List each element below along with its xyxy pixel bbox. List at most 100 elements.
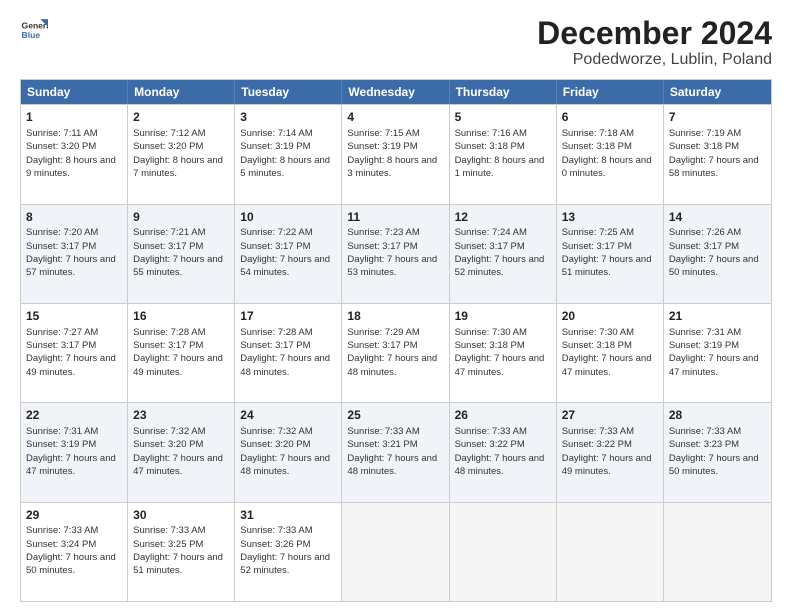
- day-cell-19: 19Sunrise: 7:30 AMSunset: 3:18 PMDayligh…: [450, 304, 557, 402]
- daylight-text: Daylight: 7 hours and 47 minutes.: [455, 353, 545, 377]
- day-cell-18: 18Sunrise: 7:29 AMSunset: 3:17 PMDayligh…: [342, 304, 449, 402]
- sunrise-text: Sunrise: 7:30 AM: [562, 327, 634, 338]
- daylight-text: Daylight: 7 hours and 51 minutes.: [133, 552, 223, 576]
- day-cell-24: 24Sunrise: 7:32 AMSunset: 3:20 PMDayligh…: [235, 403, 342, 501]
- day-cell-14: 14Sunrise: 7:26 AMSunset: 3:17 PMDayligh…: [664, 205, 771, 303]
- sunset-text: Sunset: 3:25 PM: [133, 539, 203, 550]
- day-number: 5: [455, 109, 551, 126]
- sunset-text: Sunset: 3:17 PM: [562, 241, 632, 252]
- day-cell-23: 23Sunrise: 7:32 AMSunset: 3:20 PMDayligh…: [128, 403, 235, 501]
- sunset-text: Sunset: 3:24 PM: [26, 539, 96, 550]
- day-cell-9: 9Sunrise: 7:21 AM Sunset: 3:17 PM Daylight…: [128, 205, 235, 303]
- daylight-text: Daylight: 7 hours and 48 minutes.: [347, 353, 437, 377]
- sunset-text: Sunset: 3:19 PM: [240, 141, 310, 152]
- day-number: 26: [455, 407, 551, 424]
- sunrise-text: Sunrise: 7:18 AM: [562, 128, 634, 139]
- sunset-text: Sunset: 3:17 PM: [26, 241, 96, 252]
- sunset-text: Sunset: 3:20 PM: [240, 439, 310, 450]
- sunrise-text: Sunrise: 7:25 AM: [562, 227, 634, 238]
- day-number: 20: [562, 308, 658, 325]
- daylight-text: Daylight: 8 hours and 3 minutes.: [347, 155, 437, 179]
- day-cell-11: 11Sunrise: 7:23 AMSunset: 3:17 PMDayligh…: [342, 205, 449, 303]
- sunrise-text: Sunrise: 7:21 AM: [133, 227, 205, 238]
- calendar: SundayMondayTuesdayWednesdayThursdayFrid…: [20, 79, 772, 602]
- calendar-body: 1Sunrise: 7:11 AMSunset: 3:20 PMDaylight…: [21, 104, 771, 601]
- sunrise-text: Sunrise: 7:32 AM: [240, 426, 312, 437]
- sunrise-text: Sunrise: 7:31 AM: [26, 426, 98, 437]
- sunrise-text: Sunrise: 7:32 AM: [133, 426, 205, 437]
- day-number: 24: [240, 407, 336, 424]
- daylight-text: Daylight: 7 hours and 55 minutes.: [133, 254, 223, 278]
- day-number: 1: [26, 109, 122, 126]
- day-cell-13: 13Sunrise: 7:25 AMSunset: 3:17 PMDayligh…: [557, 205, 664, 303]
- day-of-week-tuesday: Tuesday: [235, 80, 342, 104]
- day-cell-4: 4Sunrise: 7:15 AMSunset: 3:19 PMDaylight…: [342, 105, 449, 203]
- day-cell-7: 7Sunrise: 7:19 AMSunset: 3:18 PMDaylight…: [664, 105, 771, 203]
- daylight-text: Daylight: 7 hours and 54 minutes.: [240, 254, 330, 278]
- daylight-text: Daylight: 7 hours and 51 minutes.: [562, 254, 652, 278]
- daylight-text: Daylight: 7 hours and 48 minutes.: [347, 453, 437, 477]
- daylight-text: Daylight: 7 hours and 50 minutes.: [669, 453, 759, 477]
- title-area: December 2024 Podedworze, Lublin, Poland: [537, 16, 772, 69]
- calendar-row-1: 1Sunrise: 7:11 AMSunset: 3:20 PMDaylight…: [21, 104, 771, 203]
- day-number: 22: [26, 407, 122, 424]
- daylight-text: Daylight: 8 hours and 7 minutes.: [133, 155, 223, 179]
- daylight-text: Daylight: 7 hours and 47 minutes.: [669, 353, 759, 377]
- day-cell-25: 25Sunrise: 7:33 AMSunset: 3:21 PMDayligh…: [342, 403, 449, 501]
- page-header: General Blue December 2024 Podedworze, L…: [20, 16, 772, 69]
- day-number: 11: [347, 209, 443, 226]
- daylight-text: Daylight: 7 hours and 57 minutes.: [26, 254, 116, 278]
- calendar-subtitle: Podedworze, Lublin, Poland: [537, 51, 772, 69]
- sunset-text: Sunset: 3:17 PM: [133, 241, 203, 252]
- sunset-text: Sunset: 3:22 PM: [562, 439, 632, 450]
- sunset-text: Sunset: 3:18 PM: [455, 340, 525, 351]
- sunset-text: Sunset: 3:17 PM: [26, 340, 96, 351]
- day-number: 18: [347, 308, 443, 325]
- day-number: 31: [240, 507, 336, 524]
- day-cell-27: 27 Sunrise: 7:33 AM Sunset: 3:22 PM Dayligh…: [557, 403, 664, 501]
- daylight-text: Daylight: 7 hours and 47 minutes.: [26, 453, 116, 477]
- day-number: 9: [133, 209, 229, 226]
- daylight-text: Daylight: 7 hours and 49 minutes.: [26, 353, 116, 377]
- day-cell-1: 1Sunrise: 7:11 AMSunset: 3:20 PMDaylight…: [21, 105, 128, 203]
- day-number: 7: [669, 109, 766, 126]
- sunset-text: Sunset: 3:19 PM: [347, 141, 417, 152]
- day-number: 12: [455, 209, 551, 226]
- sunrise-text: Sunrise: 7:27 AM: [26, 327, 98, 338]
- daylight-text: Daylight: 8 hours and 5 minutes.: [240, 155, 330, 179]
- calendar-title: December 2024: [537, 16, 772, 51]
- empty-cell-4-5: [557, 503, 664, 601]
- empty-cell-4-6: [664, 503, 771, 601]
- sunset-text: Sunset: 3:19 PM: [669, 340, 739, 351]
- day-number: 28: [669, 407, 766, 424]
- calendar-header: SundayMondayTuesdayWednesdayThursdayFrid…: [21, 80, 771, 104]
- daylight-text: Daylight: 7 hours and 49 minutes.: [562, 453, 652, 477]
- day-of-week-thursday: Thursday: [450, 80, 557, 104]
- day-number: 2: [133, 109, 229, 126]
- sunset-text: Sunset: 3:23 PM: [669, 439, 739, 450]
- logo: General Blue: [20, 16, 48, 44]
- day-of-week-wednesday: Wednesday: [342, 80, 449, 104]
- calendar-page: General Blue December 2024 Podedworze, L…: [0, 0, 792, 612]
- day-cell-2: 2 Sunrise: 7:12 AM Sunset: 3:20 PM Daylight…: [128, 105, 235, 203]
- sunset-text: Sunset: 3:19 PM: [26, 439, 96, 450]
- sunrise-text: Sunrise: 7:14 AM: [240, 128, 312, 139]
- day-cell-26: 26Sunrise: 7:33 AMSunset: 3:22 PMDayligh…: [450, 403, 557, 501]
- day-number: 27: [562, 407, 658, 424]
- sunset-text: Sunset: 3:22 PM: [455, 439, 525, 450]
- day-number: 8: [26, 209, 122, 226]
- sunrise-text: Sunrise: 7:33 AM: [26, 525, 98, 536]
- sunrise-text: Sunrise: 7:33 AM: [347, 426, 419, 437]
- daylight-text: Daylight: 7 hours and 48 minutes.: [240, 353, 330, 377]
- day-number: 21: [669, 308, 766, 325]
- sunrise-text: Sunrise: 7:33 AM: [562, 426, 634, 437]
- sunset-text: Sunset: 3:17 PM: [240, 340, 310, 351]
- sunset-text: Sunset: 3:20 PM: [133, 141, 203, 152]
- day-cell-16: 16Sunrise: 7:28 AMSunset: 3:17 PMDayligh…: [128, 304, 235, 402]
- sunset-text: Sunset: 3:18 PM: [562, 141, 632, 152]
- sunrise-text: Sunrise: 7:19 AM: [669, 128, 741, 139]
- daylight-text: Daylight: 8 hours and 0 minutes.: [562, 155, 652, 179]
- sunrise-text: Sunrise: 7:28 AM: [133, 327, 205, 338]
- sunrise-text: Sunrise: 7:12 AM: [133, 128, 205, 139]
- day-of-week-saturday: Saturday: [664, 80, 771, 104]
